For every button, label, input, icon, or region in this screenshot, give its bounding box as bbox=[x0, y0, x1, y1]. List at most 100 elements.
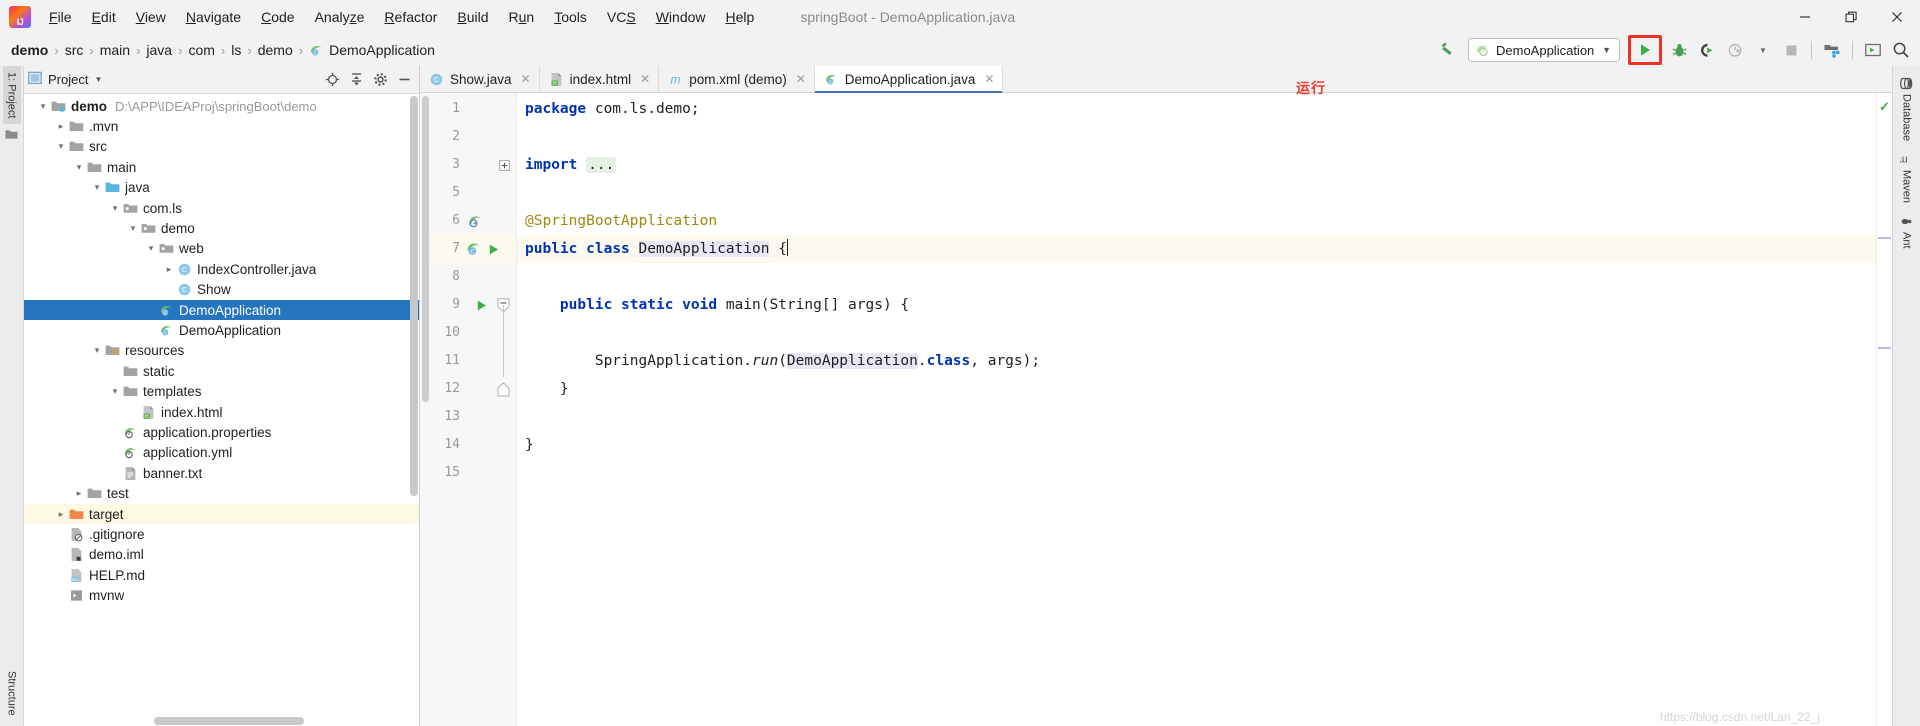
tree-node-resources[interactable]: ▾ resources bbox=[24, 341, 419, 361]
tree-node--mvn[interactable]: ▸ .mvn bbox=[24, 116, 419, 136]
tree-node-demo[interactable]: ▾ demo D:\APP\IDEAProj\springBoot\demo bbox=[24, 96, 419, 116]
code-line-12[interactable]: } bbox=[517, 375, 1876, 403]
scrollbar-thumb[interactable] bbox=[422, 96, 429, 402]
menu-item-code[interactable]: Code bbox=[251, 5, 304, 29]
terminal-button[interactable] bbox=[1860, 37, 1886, 63]
sidebar-item-project[interactable]: 1: Project bbox=[2, 66, 21, 125]
run-class-gutter-icon[interactable] bbox=[487, 235, 500, 263]
tree-node--gitignore[interactable]: .gitignore bbox=[24, 524, 419, 544]
close-icon[interactable]: ✕ bbox=[640, 72, 650, 86]
breadcrumb-item-demoapplication[interactable]: C DemoApplication bbox=[306, 40, 438, 60]
chevron-right-icon[interactable]: ▸ bbox=[72, 488, 86, 499]
tree-node-templates[interactable]: ▾ templates bbox=[24, 381, 419, 401]
menu-item-edit[interactable]: Edit bbox=[82, 5, 126, 29]
chevron-down-icon[interactable]: ▾ bbox=[72, 162, 86, 173]
run-configuration-selector[interactable]: DemoApplication ▼ bbox=[1468, 38, 1620, 62]
tree-node-mvnw[interactable]: mvnw bbox=[24, 585, 419, 605]
code-line-13[interactable] bbox=[517, 403, 1876, 431]
sidebar-item-database[interactable]: Database bbox=[1897, 72, 1916, 146]
code-line-9[interactable]: public static void main(String[] args) { bbox=[517, 291, 1876, 319]
code-line-2[interactable] bbox=[517, 123, 1876, 151]
code-line-1[interactable]: package com.ls.demo; bbox=[517, 95, 1876, 123]
tree-node-test[interactable]: ▸ test bbox=[24, 483, 419, 503]
menu-item-analyze[interactable]: Analyze bbox=[305, 5, 375, 29]
tree-node-demoapplication[interactable]: C DemoApplication bbox=[24, 320, 419, 340]
breadcrumb-item-ls[interactable]: ls bbox=[228, 40, 244, 60]
chevron-down-icon[interactable]: ▾ bbox=[144, 243, 158, 254]
breadcrumb[interactable]: demo › src › main › java › com › ls › demo › C DemoAppl… bbox=[8, 40, 438, 60]
search-everywhere-button[interactable] bbox=[1888, 37, 1914, 63]
menu-item-view[interactable]: View bbox=[126, 5, 176, 29]
profile-button[interactable] bbox=[1722, 37, 1748, 63]
menu-item-navigate[interactable]: Navigate bbox=[176, 5, 251, 29]
tree-node-demo-iml[interactable]: demo.iml bbox=[24, 545, 419, 565]
fold-expand-handle-import[interactable] bbox=[499, 151, 510, 179]
project-structure-button[interactable] bbox=[1819, 37, 1845, 63]
editor-tab-index-html[interactable]: Hindex.html ✕ bbox=[539, 66, 660, 92]
tree-node-application-properties[interactable]: application.properties bbox=[24, 422, 419, 442]
code-line-15[interactable] bbox=[517, 459, 1876, 487]
run-button[interactable] bbox=[1632, 37, 1658, 63]
project-panel-title-group[interactable]: Project ▼ bbox=[28, 71, 102, 88]
tree-horizontal-scrollbar[interactable] bbox=[154, 717, 304, 725]
breadcrumb-item-demo[interactable]: demo bbox=[255, 40, 296, 60]
menu-item-file[interactable]: File bbox=[39, 5, 82, 29]
close-icon[interactable]: ✕ bbox=[521, 72, 531, 86]
editor-tab-pom-xml-demo-[interactable]: m pom.xml (demo) ✕ bbox=[659, 66, 815, 92]
tree-node-main[interactable]: ▾ main bbox=[24, 157, 419, 177]
editor-vertical-scrollbar[interactable] bbox=[420, 93, 431, 726]
code-line-14[interactable]: } bbox=[517, 431, 1876, 459]
editor-tab-show-java[interactable]: C Show.java ✕ bbox=[420, 66, 540, 92]
usage-marker[interactable] bbox=[1878, 237, 1891, 239]
chevron-right-icon[interactable]: ▸ bbox=[54, 121, 68, 132]
sidebar-item-ant[interactable]: Ant bbox=[1897, 210, 1916, 254]
chevron-down-icon[interactable]: ▾ bbox=[54, 141, 68, 152]
run-main-gutter-icon[interactable] bbox=[475, 291, 488, 319]
code-line-3[interactable]: import ... bbox=[517, 151, 1876, 179]
chevron-down-icon[interactable]: ▾ bbox=[36, 101, 50, 112]
build-project-button[interactable] bbox=[1434, 37, 1460, 63]
chevron-down-icon[interactable]: ▾ bbox=[90, 345, 104, 356]
tree-node-demoapplication[interactable]: C DemoApplication bbox=[24, 299, 419, 321]
scroll-from-source-button[interactable] bbox=[321, 69, 343, 91]
breadcrumb-item-main[interactable]: main bbox=[97, 40, 133, 60]
usage-marker[interactable] bbox=[1878, 347, 1891, 349]
tree-node-index-html[interactable]: Hindex.html bbox=[24, 402, 419, 422]
sidebar-item-structure[interactable]: Structure bbox=[3, 665, 21, 722]
chevron-right-icon[interactable]: ▸ bbox=[54, 509, 68, 520]
code-text-area[interactable]: https://blog.csdn.net/Lan_22_j package c… bbox=[517, 93, 1876, 726]
close-icon[interactable]: ✕ bbox=[984, 72, 994, 86]
menu-item-vcs[interactable]: VCS bbox=[597, 5, 646, 29]
chevron-down-icon[interactable]: ▾ bbox=[90, 182, 104, 193]
tree-node-show[interactable]: C Show bbox=[24, 280, 419, 300]
menu-item-tools[interactable]: Tools bbox=[544, 5, 597, 29]
tree-node-indexcontroller-java[interactable]: ▸ C IndexController.java bbox=[24, 259, 419, 279]
hide-button[interactable] bbox=[393, 69, 415, 91]
code-line-10[interactable] bbox=[517, 319, 1876, 347]
stop-button[interactable] bbox=[1778, 37, 1804, 63]
maximize-button[interactable] bbox=[1828, 0, 1874, 34]
menu-item-refactor[interactable]: Refactor bbox=[374, 5, 447, 29]
chevron-right-icon[interactable]: ▸ bbox=[162, 264, 176, 275]
tree-node-static[interactable]: static bbox=[24, 361, 419, 381]
menu-item-help[interactable]: Help bbox=[716, 5, 765, 29]
project-tree[interactable]: ▾ demo D:\APP\IDEAProj\springBoot\demo ▸ .mv… bbox=[24, 94, 419, 726]
tree-vertical-scrollbar[interactable] bbox=[410, 96, 418, 496]
tree-node-web[interactable]: ▾ web bbox=[24, 239, 419, 259]
breadcrumb-item-com[interactable]: com bbox=[185, 40, 217, 60]
debug-button[interactable] bbox=[1666, 37, 1692, 63]
spring-boot-app-gutter-icon[interactable]: C bbox=[465, 235, 483, 263]
tree-node-com-ls[interactable]: ▾ com.ls bbox=[24, 198, 419, 218]
code-line-7[interactable]: public class DemoApplication { bbox=[517, 235, 1876, 263]
editor-marker-bar[interactable]: ✓ bbox=[1876, 93, 1892, 726]
tree-node-demo[interactable]: ▾ demo bbox=[24, 218, 419, 238]
breadcrumb-item-src[interactable]: src bbox=[62, 40, 87, 60]
tree-node-src[interactable]: ▾ src bbox=[24, 137, 419, 157]
collapse-all-button[interactable] bbox=[345, 69, 367, 91]
spring-bean-gutter-icon[interactable] bbox=[467, 207, 484, 235]
chevron-down-icon[interactable]: ▾ bbox=[126, 223, 140, 234]
settings-button[interactable] bbox=[369, 69, 391, 91]
menu-bar[interactable]: File Edit View Navigate Code Analyze Refactor B… bbox=[39, 5, 764, 29]
chevron-down-icon[interactable]: ▾ bbox=[108, 203, 122, 214]
code-line-11[interactable]: SpringApplication.run(DemoApplication.cl… bbox=[517, 347, 1876, 375]
